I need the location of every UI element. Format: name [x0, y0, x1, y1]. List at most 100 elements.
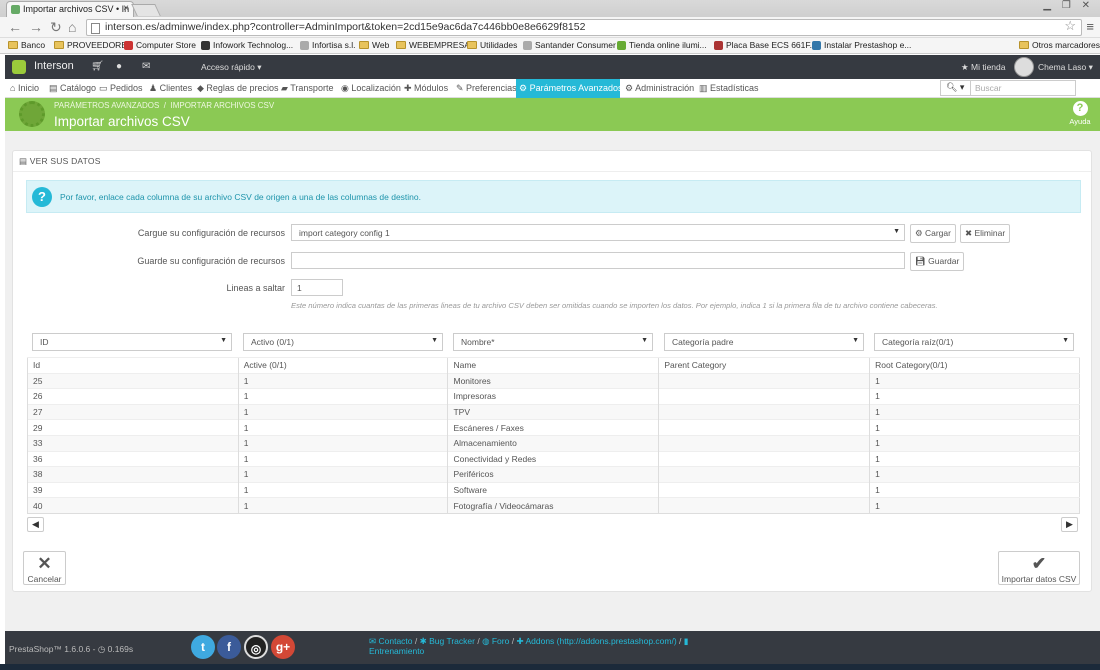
my-store-link[interactable]: ★ Mi tienda — [961, 62, 1005, 73]
new-tab-button[interactable] — [131, 4, 161, 16]
load-config-select[interactable]: import category config 1 ▼ — [291, 224, 905, 241]
other-bookmarks[interactable]: Otros marcadores — [1019, 40, 1100, 50]
skip-lines-input[interactable]: 1 — [291, 279, 343, 296]
column-select-3[interactable]: Nombre* ▼ — [453, 333, 653, 351]
avatar[interactable] — [1014, 57, 1034, 77]
cancel-button[interactable]: ✕ Cancelar — [23, 551, 66, 585]
page-title-bar: PARÁMETROS AVANZADOS / IMPORTAR ARCHIVOS… — [5, 98, 1100, 131]
breadcrumb: PARÁMETROS AVANZADOS / IMPORTAR ARCHIVOS… — [54, 101, 275, 110]
prestashop-logo[interactable] — [12, 60, 26, 74]
nav-label: Módulos — [414, 83, 449, 93]
window-controls[interactable]: ▁ ❐ ✕ — [1043, 0, 1094, 11]
column-select-5[interactable]: Categoría raíz(0/1) ▼ — [874, 333, 1074, 351]
breadcrumb-item[interactable]: PARÁMETROS AVANZADOS — [54, 101, 159, 110]
nav-label: Reglas de precios — [206, 83, 279, 93]
save-config-input[interactable] — [291, 252, 905, 269]
bookmark-label: Santander Consumer — [535, 40, 616, 50]
envelope-icon[interactable]: ✉ — [142, 61, 150, 72]
github-icon[interactable]: ◎ — [244, 635, 268, 659]
nav-item-catalogo[interactable]: ▤ Catálogo — [46, 79, 99, 98]
address-bar[interactable]: interson.es/adminwe/index.php?controller… — [86, 19, 1082, 36]
bookmark-label: Banco — [21, 40, 46, 50]
nav-item-estadisticas[interactable]: ▥ Estadísticas — [696, 79, 762, 98]
bookmark-item[interactable]: Santander Consumer — [523, 40, 616, 50]
site-icon — [714, 40, 723, 50]
my-store-label: Mi tienda — [970, 62, 1006, 72]
table-cell — [658, 372, 870, 389]
bookmark-item[interactable]: Placa Base ECS 661F... — [714, 40, 817, 50]
delete-button[interactable]: ✖ Eliminar — [960, 224, 1011, 243]
nav-item-clientes[interactable]: ♟ Clientes — [146, 79, 195, 98]
home-icon[interactable]: ⌂ — [68, 19, 76, 35]
footer-link-contacto[interactable]: Contacto — [378, 636, 412, 646]
google-plus-icon[interactable]: g+ — [271, 635, 295, 659]
table-cell: 1 — [869, 466, 1080, 483]
nav-item-pedidos[interactable]: ▭ Pedidos — [96, 79, 146, 98]
nav-item-parametros-avanzados[interactable]: ⚙ Parámetros Avanzados — [516, 79, 622, 98]
scroll-left-button[interactable]: ◀ — [27, 517, 44, 532]
user-menu[interactable]: Chema Laso ▾ — [1038, 62, 1093, 73]
close-tab-icon[interactable]: × — [123, 3, 129, 14]
nav-item-inicio[interactable]: ⌂ Inicio — [7, 79, 42, 98]
search-type-button[interactable]: 🔍︎ ▾ — [941, 81, 971, 95]
chevron-down-icon: ▼ — [641, 337, 648, 344]
bookmark-item[interactable]: PROVEEDORES — [54, 40, 133, 50]
load-button[interactable]: ⚙ Cargar — [910, 224, 956, 243]
column-select-value: Categoría padre — [672, 337, 734, 347]
table-cell: Monitores — [447, 372, 659, 389]
nav-item-modulos[interactable]: ✚ Módulos — [401, 79, 451, 98]
breadcrumb-item[interactable]: IMPORTAR ARCHIVOS CSV — [170, 101, 274, 110]
bookmark-item[interactable]: Utilidades — [467, 40, 517, 50]
bookmark-item[interactable]: Tienda online ilumi... — [617, 40, 707, 50]
bookmark-item[interactable]: Web — [359, 40, 389, 50]
table-cell: 1 — [237, 466, 448, 483]
table-cell: 1 — [869, 434, 1080, 452]
reload-icon[interactable]: ↻ — [50, 19, 62, 36]
table-row: 40 1 Fotografía / Videocámaras 1 — [27, 497, 1080, 514]
nav-item-reglas[interactable]: ◆ Reglas de precios — [194, 79, 281, 98]
help-icon: ? — [1072, 101, 1088, 116]
import-button[interactable]: ✔ Importar datos CSV — [998, 551, 1080, 585]
forward-icon[interactable]: → — [29, 19, 43, 35]
column-select-2[interactable]: Activo (0/1) ▼ — [243, 333, 443, 351]
table-row: 26 1 Impresoras 1 — [27, 388, 1080, 405]
cart-icon[interactable]: 🛒︎ — [91, 61, 104, 72]
bookmark-item[interactable]: Instalar Prestashop e... — [812, 40, 911, 50]
footer-link-bug-tracker[interactable]: Bug Tracker — [429, 636, 475, 646]
browser-menu-icon[interactable]: ≡ — [1086, 19, 1094, 34]
bookmark-label: Infortisa s.l. — [312, 40, 356, 50]
back-icon[interactable]: ← — [8, 19, 22, 35]
user-icon[interactable]: ● — [116, 61, 122, 72]
help-button[interactable]: ? Ayuda — [1069, 101, 1091, 126]
help-label: Ayuda — [1069, 117, 1091, 126]
column-select-4[interactable]: Categoría padre ▼ — [664, 333, 864, 351]
quick-access-menu[interactable]: Acceso rápido ▾ — [201, 62, 262, 73]
browser-tab[interactable]: Importar archivos CSV • In × — [6, 1, 134, 17]
nav-item-preferencias[interactable]: ✎ Preferencias — [453, 79, 520, 98]
scroll-right-button[interactable]: ▶ — [1061, 517, 1078, 532]
footer-link-foro[interactable]: Foro — [492, 636, 509, 646]
bookmark-item[interactable]: Infowork Technolog... — [201, 40, 293, 50]
nav-label: Preferencias — [466, 83, 517, 93]
bookmark-star-icon[interactable]: ☆ — [1064, 18, 1076, 34]
browser-toolbar: ← → ↻ ⌂ interson.es/adminwe/index.php?co… — [0, 17, 1100, 38]
table-cell: 1 — [237, 481, 448, 498]
search-input[interactable]: Buscar — [975, 83, 1001, 93]
nav-item-localizacion[interactable]: ◉ Localización — [338, 79, 404, 98]
nav-label: Catálogo — [60, 83, 97, 93]
facebook-icon[interactable]: f — [217, 635, 241, 659]
bookmark-item[interactable]: Infortisa s.l. — [300, 40, 355, 50]
footer-link-entrenamiento[interactable]: Entrenamiento — [369, 646, 424, 656]
shop-name[interactable]: Interson — [34, 60, 74, 72]
column-select-1[interactable]: ID ▼ — [32, 333, 232, 351]
bookmark-item[interactable]: Banco — [8, 40, 45, 50]
nav-item-transporte[interactable]: ▰ Transporte — [278, 79, 336, 98]
bookmark-item[interactable]: Computer Store — [124, 40, 196, 50]
bookmark-item[interactable]: WEBEMPRESA — [396, 40, 470, 50]
footer-link-addons[interactable]: Addons (http://addons.prestashop.com/) — [525, 636, 676, 646]
nav-item-administracion[interactable]: ⚙ Administración — [622, 79, 697, 98]
nav-label: Pedidos — [110, 83, 143, 93]
save-button[interactable]: 💾︎ Guardar — [910, 252, 965, 271]
twitter-icon[interactable]: t — [191, 635, 215, 659]
folder-icon — [359, 41, 369, 49]
